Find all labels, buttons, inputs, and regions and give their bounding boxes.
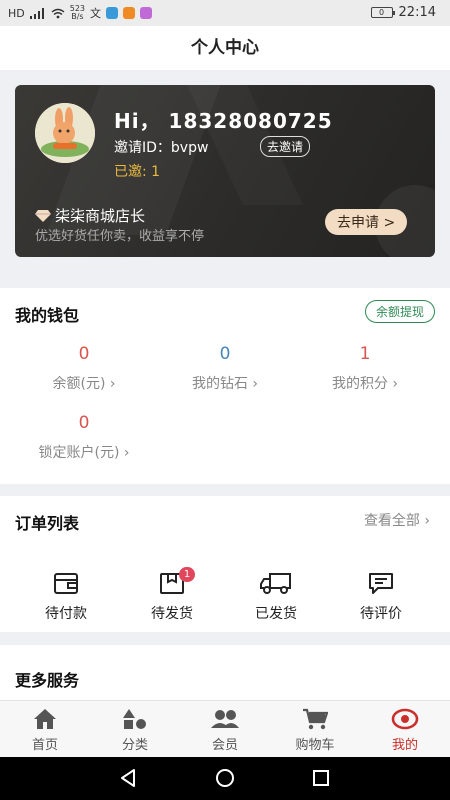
tab-home[interactable]: 首页 <box>0 708 90 753</box>
status-right: 0 22:14 <box>370 5 436 20</box>
tab-category-label: 分类 <box>121 738 148 753</box>
tab-profile-label: 我的 <box>391 738 418 753</box>
net-speed: 523 B/s <box>70 5 85 21</box>
wallet-title: 我的钱包 <box>15 306 80 325</box>
back-icon[interactable] <box>118 768 138 788</box>
profile-icon <box>391 708 419 730</box>
diamond-icon <box>35 210 51 222</box>
orders-section: 订单列表 查看全部 › 待付款 1 待发货 已发货 待评价 <box>0 496 450 632</box>
system-nav-bar <box>0 757 450 800</box>
view-all-orders-link[interactable]: 查看全部 › <box>364 510 430 530</box>
pending-shipment-badge: 1 <box>179 567 195 582</box>
shop-title-text: 柒柒商城店长 <box>55 207 146 225</box>
points-value: 1 <box>359 344 371 364</box>
shop-subtitle: 优选好货任你卖，收益享不停 <box>35 229 205 244</box>
comment-icon <box>369 573 393 594</box>
order-pending-review-label: 待评价 <box>360 606 402 622</box>
rabbit-avatar-icon <box>35 103 95 163</box>
tab-home-label: 首页 <box>31 738 58 753</box>
greeting: Hi， 18328080725 <box>114 109 333 133</box>
tab-category[interactable]: 分类 <box>90 708 180 753</box>
hd-label: HD <box>8 6 25 20</box>
more-services-section: 更多服务 <box>0 645 450 700</box>
invited-count: 已邀: 1 <box>114 164 161 180</box>
wallet-stat-diamonds[interactable]: 0 我的钻石 › <box>150 344 300 393</box>
wallet-icon <box>54 573 78 594</box>
recents-icon[interactable] <box>311 768 331 788</box>
apply-area: 去申请 > <box>325 185 435 257</box>
app-icon-blue <box>106 7 119 19</box>
order-pending-payment[interactable]: 待付款 <box>26 571 106 623</box>
locked-value: 0 <box>78 413 90 433</box>
status-bar: HD 523 B/s 文 0 22:14 <box>0 0 450 26</box>
diamonds-value: 0 <box>219 344 231 364</box>
home-circle-icon[interactable] <box>215 768 235 788</box>
apply-button[interactable]: 去申请 > <box>325 209 408 235</box>
app-icon-purple <box>140 7 153 19</box>
tab-profile[interactable]: 我的 <box>360 708 450 753</box>
invite-id: 邀请ID：bvpw <box>114 140 209 156</box>
avatar[interactable] <box>35 103 95 163</box>
truck-icon <box>260 573 291 594</box>
tab-cart-label: 购物车 <box>295 738 335 753</box>
home-icon <box>34 709 56 729</box>
translate-icon: 文 <box>90 7 102 20</box>
signal-icon <box>29 7 44 19</box>
orders-title: 订单列表 <box>15 514 80 533</box>
app-icon-orange <box>123 7 136 19</box>
status-time: 22:14 <box>398 5 436 20</box>
balance-label: 余额(元) › <box>52 376 116 392</box>
order-pending-review[interactable]: 待评价 <box>341 571 421 623</box>
cart-icon <box>303 708 328 730</box>
category-icon <box>123 709 146 729</box>
invite-button[interactable]: 去邀请 <box>260 136 311 157</box>
order-pending-payment-label: 待付款 <box>45 606 87 622</box>
wallet-section: 我的钱包 余额提现 0 余额(元) › 0 我的钻石 › 1 我的积分 › 0 … <box>0 288 450 484</box>
wallet-stat-balance[interactable]: 0 余额(元) › <box>9 344 159 393</box>
battery-icon: 0 <box>370 7 395 18</box>
order-pending-shipment[interactable]: 1 待发货 <box>132 567 212 623</box>
order-shipped[interactable]: 已发货 <box>236 571 316 623</box>
diamonds-label: 我的钻石 › <box>191 376 259 392</box>
balance-value: 0 <box>78 344 90 364</box>
shop-owner-title: 柒柒商城店长 <box>35 205 145 226</box>
more-services-title: 更多服务 <box>15 671 80 690</box>
tab-members-label: 会员 <box>211 738 238 753</box>
withdraw-button[interactable]: 余额提现 <box>364 300 435 323</box>
net-speed-unit: B/s <box>71 12 84 21</box>
bottom-tab-bar: 首页 分类 会员 购物车 我的 <box>0 700 450 757</box>
profile-card: Hi， 18328080725 邀请ID：bvpw 去邀请 已邀: 1 柒柒商城… <box>15 85 435 257</box>
order-pending-shipment-label: 待发货 <box>151 606 193 622</box>
wallet-stat-points[interactable]: 1 我的积分 › <box>290 344 440 393</box>
status-left: HD 523 B/s 文 <box>8 5 153 21</box>
wallet-stat-locked[interactable]: 0 锁定账户(元) › <box>9 413 159 462</box>
tab-members[interactable]: 会员 <box>180 708 270 753</box>
order-shipped-label: 已发货 <box>255 606 297 622</box>
points-label: 我的积分 › <box>331 376 399 392</box>
locked-label: 锁定账户(元) › <box>38 445 130 461</box>
wifi-icon <box>51 8 65 18</box>
page-title: 个人中心 <box>0 26 450 70</box>
tab-cart[interactable]: 购物车 <box>270 708 360 753</box>
members-icon <box>211 710 239 728</box>
